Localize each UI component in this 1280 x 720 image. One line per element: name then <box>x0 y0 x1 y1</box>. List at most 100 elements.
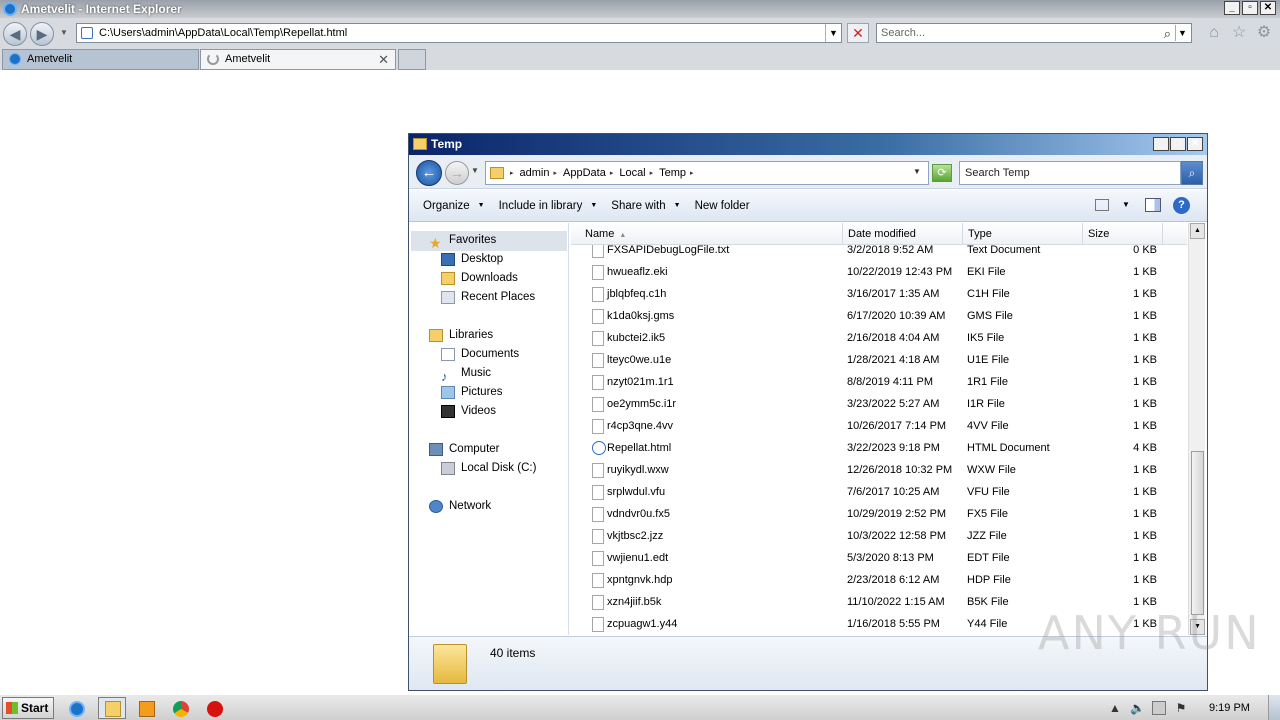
taskbar-security-app[interactable] <box>200 697 228 719</box>
explorer-minimize-button[interactable]: _ <box>1153 137 1169 151</box>
nav-libraries[interactable]: Libraries <box>429 326 493 345</box>
search-icon[interactable]: ⌕ <box>1164 25 1171 43</box>
nav-local-disk[interactable]: Local Disk (C:) <box>441 459 536 478</box>
start-button[interactable]: Start <box>2 697 54 719</box>
nav-pictures[interactable]: Pictures <box>441 383 503 402</box>
table-row[interactable]: nzyt021m.1r1 8/8/2019 4:11 PM 1R1 File 1 KB <box>571 371 1187 393</box>
column-date-modified[interactable]: Date modified <box>843 223 963 245</box>
nav-music[interactable]: ♪ Music <box>441 364 491 384</box>
nav-videos[interactable]: Videos <box>441 402 496 421</box>
table-row[interactable]: vdndvr0u.fx5 10/29/2019 2:52 PM FX5 File 1 … <box>571 503 1187 525</box>
nav-computer[interactable]: Computer <box>429 440 500 459</box>
table-row[interactable]: k1da0ksj.gms 6/17/2020 10:39 AM GMS File 1 … <box>571 305 1187 327</box>
history-dropdown-icon[interactable]: ▼ <box>60 28 68 37</box>
show-desktop-button[interactable] <box>1268 695 1280 720</box>
view-dropdown-icon[interactable]: ▼ <box>1122 200 1130 209</box>
organize-button[interactable]: Organize ▼ <box>423 200 485 212</box>
favorites-star-icon[interactable]: ☆ <box>1230 24 1248 42</box>
show-hidden-icons-icon[interactable]: ▲ <box>1108 701 1122 715</box>
scroll-up-icon[interactable]: ▲ <box>1190 223 1205 239</box>
address-dropdown-icon[interactable]: ▼ <box>825 24 841 42</box>
table-row[interactable]: ruyikydl.wxw 12/26/2018 10:32 PM WXW File 1… <box>571 459 1187 481</box>
chevron-right-icon[interactable]: ▸ <box>690 169 694 177</box>
volume-icon[interactable]: 🔈 <box>1130 701 1145 715</box>
column-size[interactable]: Size <box>1083 223 1163 245</box>
view-options-icon[interactable] <box>1095 199 1109 211</box>
taskbar-chrome[interactable] <box>166 697 194 719</box>
table-row[interactable]: kubctei2.ik5 2/16/2018 4:04 AM IK5 File 1 K… <box>571 327 1187 349</box>
clock[interactable]: 9:19 PM <box>1209 695 1250 720</box>
nav-favorites[interactable]: ★ Favorites <box>429 231 496 251</box>
column-name[interactable]: Name ▲ <box>571 223 843 245</box>
refresh-icon[interactable]: ⟳ <box>932 164 952 182</box>
file-type: EKI File <box>967 266 1006 278</box>
nav-recent-places[interactable]: Recent Places <box>441 288 535 307</box>
explorer-forward-button[interactable]: → <box>445 161 469 185</box>
nav-desktop[interactable]: Desktop <box>441 250 503 269</box>
table-row[interactable]: hwueaflz.eki 10/22/2019 12:43 PM EKI File 1… <box>571 261 1187 283</box>
file-date: 1/28/2021 4:18 AM <box>847 354 940 366</box>
share-with-button[interactable]: Share with ▼ <box>611 200 680 212</box>
nav-downloads[interactable]: Downloads <box>441 269 518 288</box>
breadcrumb-admin[interactable]: admin <box>520 167 550 179</box>
nav-documents[interactable]: Documents <box>441 345 519 364</box>
chevron-right-icon[interactable]: ▸ <box>650 169 654 177</box>
gear-icon[interactable]: ⚙ <box>1255 24 1273 42</box>
table-row[interactable]: jblqbfeq.c1h 3/16/2017 1:35 AM C1H File 1 K… <box>571 283 1187 305</box>
address-history-dropdown-icon[interactable]: ▼ <box>913 167 921 176</box>
breadcrumb-local[interactable]: Local <box>619 167 645 179</box>
breadcrumb-appdata[interactable]: AppData <box>563 167 606 179</box>
close-tab-icon[interactable]: ✕ <box>378 50 389 69</box>
table-row[interactable]: lteyc0we.u1e 1/28/2021 4:18 AM U1E File 1 K… <box>571 349 1187 371</box>
table-row[interactable]: FXSAPIDebugLogFile.txt 3/2/2018 9:52 AM Te… <box>571 245 1187 261</box>
file-type: HTML Document <box>967 442 1050 454</box>
table-row[interactable]: xpntgnvk.hdp 2/23/2018 6:12 AM HDP File 1 K… <box>571 569 1187 591</box>
nav-network[interactable]: Network <box>429 497 491 516</box>
file-type: JZZ File <box>967 530 1007 542</box>
tab-strip: Ametvelit Ametvelit ✕ <box>0 48 1280 70</box>
explorer-back-button[interactable]: ← <box>416 160 442 186</box>
search-icon[interactable]: ⌕ <box>1181 161 1203 185</box>
action-center-flag-icon[interactable]: ⚑ <box>1174 701 1188 715</box>
restore-button[interactable]: ▫ <box>1242 1 1258 15</box>
table-row[interactable]: srplwdul.vfu 7/6/2017 10:25 AM VFU File 1 K… <box>571 481 1187 503</box>
preview-pane-icon[interactable] <box>1145 198 1161 212</box>
breadcrumb[interactable]: ▸ admin ▸ AppData ▸ Local ▸ Temp ▸ <box>485 161 929 185</box>
back-button[interactable]: ◀ <box>3 22 27 46</box>
explorer-search-input[interactable]: Search Temp <box>959 161 1181 185</box>
file-name: r4cp3qne.4vv <box>607 420 674 432</box>
table-row[interactable]: Repellat.html 3/22/2023 9:18 PM HTML Docum… <box>571 437 1187 459</box>
column-type[interactable]: Type <box>963 223 1083 245</box>
taskbar-media-player[interactable] <box>132 697 160 719</box>
explorer-maximize-button[interactable]: □ <box>1170 137 1186 151</box>
table-row[interactable]: vwjienu1.edt 5/3/2020 8:13 PM EDT File 1 KB <box>571 547 1187 569</box>
new-folder-button[interactable]: New folder <box>695 200 750 212</box>
vertical-scrollbar[interactable]: ▲ ▼ <box>1188 223 1205 635</box>
chevron-right-icon[interactable]: ▸ <box>553 169 557 177</box>
table-row[interactable]: vkjtbsc2.jzz 10/3/2022 12:58 PM JZZ File 1 … <box>571 525 1187 547</box>
search-input[interactable]: Search... ⌕ ▼ <box>876 23 1192 43</box>
breadcrumb-temp[interactable]: Temp <box>659 167 686 179</box>
recent-pages-dropdown-icon[interactable]: ▼ <box>471 166 479 175</box>
new-tab-button[interactable] <box>398 49 426 70</box>
explorer-close-button[interactable]: ✕ <box>1187 137 1203 151</box>
scroll-thumb[interactable] <box>1191 451 1204 615</box>
chevron-right-icon[interactable]: ▸ <box>610 169 614 177</box>
table-row[interactable]: r4cp3qne.4vv 10/26/2017 7:14 PM 4VV File 1 … <box>571 415 1187 437</box>
help-icon[interactable]: ? <box>1173 197 1190 214</box>
forward-button[interactable]: ▶ <box>30 22 54 46</box>
taskbar-ie[interactable] <box>62 697 90 719</box>
close-button[interactable]: ✕ <box>1260 1 1276 15</box>
stop-button[interactable]: ✕ <box>847 23 869 43</box>
network-tray-icon[interactable] <box>1152 701 1166 715</box>
address-bar[interactable]: C:\Users\admin\AppData\Local\Temp\Repell… <box>76 23 842 43</box>
minimize-button[interactable]: _ <box>1224 1 1240 15</box>
tab-ametvelit-1[interactable]: Ametvelit <box>2 49 199 70</box>
include-in-library-button[interactable]: Include in library ▼ <box>499 200 598 212</box>
table-row[interactable]: oe2ymm5c.i1r 3/23/2022 5:27 AM I1R File 1 K… <box>571 393 1187 415</box>
search-dropdown-icon[interactable]: ▼ <box>1175 25 1189 41</box>
tab-ametvelit-2[interactable]: Ametvelit ✕ <box>200 49 396 70</box>
taskbar-explorer[interactable] <box>98 697 126 719</box>
home-icon[interactable]: ⌂ <box>1205 24 1223 42</box>
chevron-right-icon[interactable]: ▸ <box>510 169 514 177</box>
